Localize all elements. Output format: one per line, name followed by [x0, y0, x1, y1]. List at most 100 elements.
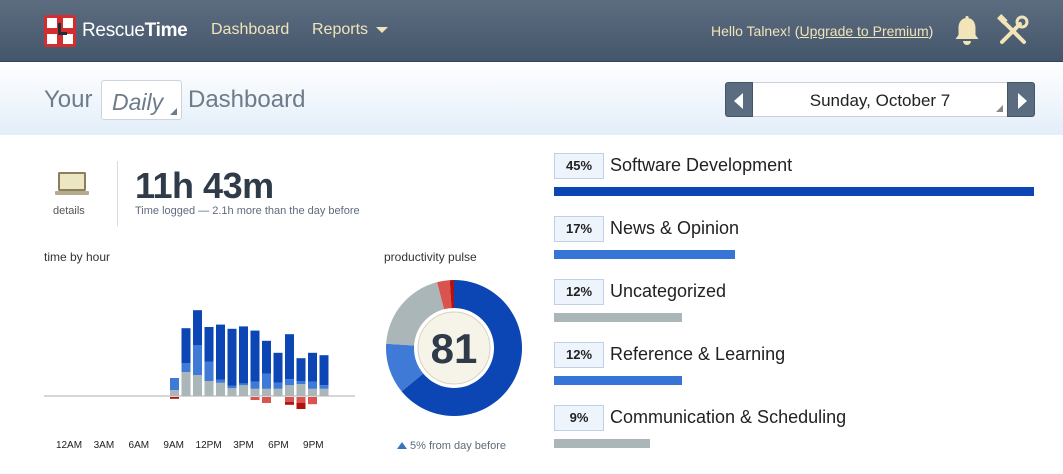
hour-bar-productive[interactable] — [262, 373, 271, 389]
hour-bar-productive[interactable] — [227, 385, 237, 389]
hour-bar-neutral[interactable] — [296, 384, 306, 396]
hour-bar-neutral[interactable] — [181, 372, 191, 396]
hour-bar-very-productive[interactable] — [204, 327, 214, 362]
time-by-hour-chart[interactable] — [44, 268, 360, 418]
hour-bar-very-distracting[interactable] — [296, 403, 306, 409]
hour-bar-very-distracting[interactable] — [285, 401, 294, 405]
hour-bar-very-productive[interactable] — [181, 328, 191, 363]
productivity-pulse-title: productivity pulse — [384, 250, 477, 264]
category-bar — [554, 313, 682, 322]
category-bar — [554, 376, 682, 385]
hour-bar-productive[interactable] — [193, 345, 202, 375]
pulse-score: 81 — [431, 325, 478, 372]
hour-bar-neutral[interactable] — [170, 390, 179, 396]
hour-bar-very-productive[interactable] — [319, 355, 329, 386]
nav-reports-label: Reports — [312, 21, 369, 38]
rescuetime-logo-icon — [44, 15, 76, 47]
category-percent: 12% — [554, 342, 604, 368]
hour-bar-productive[interactable] — [239, 383, 248, 386]
hour-bar-neutral[interactable] — [239, 385, 248, 396]
hour-bar-productive[interactable] — [285, 379, 294, 386]
hour-bar-neutral[interactable] — [193, 375, 202, 396]
rescuetime-logo[interactable]: RescueTime — [44, 15, 188, 47]
caret-down-icon — [376, 26, 389, 33]
hour-tick-label: 6PM — [268, 440, 289, 451]
category-row[interactable]: 12% Uncategorized — [554, 279, 1034, 329]
hour-bar-neutral[interactable] — [216, 382, 225, 396]
category-bar — [554, 187, 1034, 196]
hour-bar-very-productive[interactable] — [285, 334, 294, 380]
category-row[interactable]: 45% Software Development — [554, 153, 1034, 203]
hour-bar-neutral[interactable] — [319, 388, 329, 396]
hour-bar-neutral[interactable] — [285, 385, 294, 396]
category-percent: 9% — [554, 405, 604, 431]
category-name[interactable]: Uncategorized — [610, 281, 726, 302]
category-bar — [554, 439, 650, 448]
category-row[interactable]: 17% News & Opinion — [554, 216, 1034, 266]
bell-icon[interactable] — [953, 15, 981, 47]
hour-bar-neutral[interactable] — [273, 388, 283, 396]
hour-bar-very-productive[interactable] — [273, 352, 283, 383]
next-day-button[interactable] — [1007, 82, 1035, 117]
hour-bar-very-productive[interactable] — [308, 352, 317, 382]
date-select[interactable]: Sunday, October 7 — [753, 82, 1007, 117]
hour-bar-very-productive[interactable] — [250, 330, 260, 382]
time-by-hour-title: time by hour — [44, 250, 111, 264]
nav-dashboard[interactable]: Dashboard — [211, 21, 289, 39]
hour-bar-very-productive[interactable] — [227, 328, 237, 386]
date-picker: Sunday, October 7 — [725, 82, 1035, 117]
hour-bar-very-productive[interactable] — [262, 340, 271, 374]
hour-bar-productive[interactable] — [296, 381, 306, 384]
hour-bar-very-productive[interactable] — [239, 326, 248, 384]
category-name[interactable]: Software Development — [610, 155, 792, 176]
hour-tick-label: 3AM — [93, 440, 115, 451]
hour-bar-distracting[interactable] — [285, 397, 294, 402]
hour-bar-productive[interactable] — [216, 379, 225, 383]
hour-bar-neutral[interactable] — [204, 381, 214, 396]
hour-tick-label: 12AM — [55, 440, 83, 451]
hour-bar-distracting[interactable] — [308, 397, 317, 405]
arrow-left-icon — [734, 93, 743, 109]
hour-bar-productive[interactable] — [204, 361, 214, 381]
hour-bar-distracting[interactable] — [262, 397, 271, 403]
period-select[interactable]: Daily — [101, 80, 182, 120]
arrow-up-icon — [397, 442, 407, 449]
category-name[interactable]: News & Opinion — [610, 218, 739, 239]
category-row[interactable]: 9% Communication & Scheduling — [554, 405, 1034, 455]
hour-bar-neutral[interactable] — [250, 388, 260, 396]
hour-bar-very-productive[interactable] — [193, 310, 202, 345]
hour-bar-very-distracting[interactable] — [170, 397, 179, 399]
laptop-icon[interactable] — [55, 171, 89, 197]
productivity-pulse-chart[interactable]: 81 — [385, 279, 523, 417]
arrow-right-icon — [1018, 93, 1027, 109]
time-logged-total: 11h 43m — [135, 165, 274, 206]
category-percent: 12% — [554, 279, 604, 305]
hour-bar-productive[interactable] — [319, 385, 329, 389]
time-by-hour-axis: 12AM 3AM 6AM 9AM 12PM 3PM 6PM 9PM — [44, 440, 360, 454]
category-bar — [554, 250, 735, 259]
hour-bar-neutral[interactable] — [227, 388, 237, 396]
hour-bar-productive[interactable] — [308, 381, 317, 389]
hour-bar-neutral[interactable] — [262, 388, 271, 396]
upgrade-link[interactable]: Upgrade to Premium — [799, 23, 928, 39]
hour-bar-productive[interactable] — [170, 378, 179, 390]
hour-bar-distracting[interactable] — [296, 397, 306, 403]
hour-bar-very-productive[interactable] — [216, 324, 225, 380]
hour-bar-very-productive[interactable] — [296, 358, 306, 381]
tools-icon[interactable] — [996, 14, 1030, 48]
category-row[interactable]: 12% Reference & Learning — [554, 342, 1034, 392]
category-name[interactable]: Reference & Learning — [610, 344, 785, 365]
top-navbar: RescueTime Dashboard Reports Hello Talne… — [0, 0, 1063, 62]
category-name[interactable]: Communication & Scheduling — [610, 407, 846, 428]
nav-reports-menu[interactable]: Reports — [312, 21, 389, 39]
hour-bar-productive[interactable] — [250, 381, 260, 389]
hour-bar-productive[interactable] — [273, 382, 283, 389]
previous-day-button[interactable] — [725, 82, 753, 117]
details-link[interactable]: details — [53, 205, 85, 217]
select-corner-icon — [996, 105, 1003, 112]
rescuetime-dashboard: RescueTime Dashboard Reports Hello Talne… — [0, 0, 1063, 474]
hour-bar-neutral[interactable] — [308, 388, 317, 396]
hour-bar-productive[interactable] — [181, 363, 191, 372]
hour-bar-distracting[interactable] — [250, 397, 260, 400]
header-your: Your — [44, 86, 93, 113]
